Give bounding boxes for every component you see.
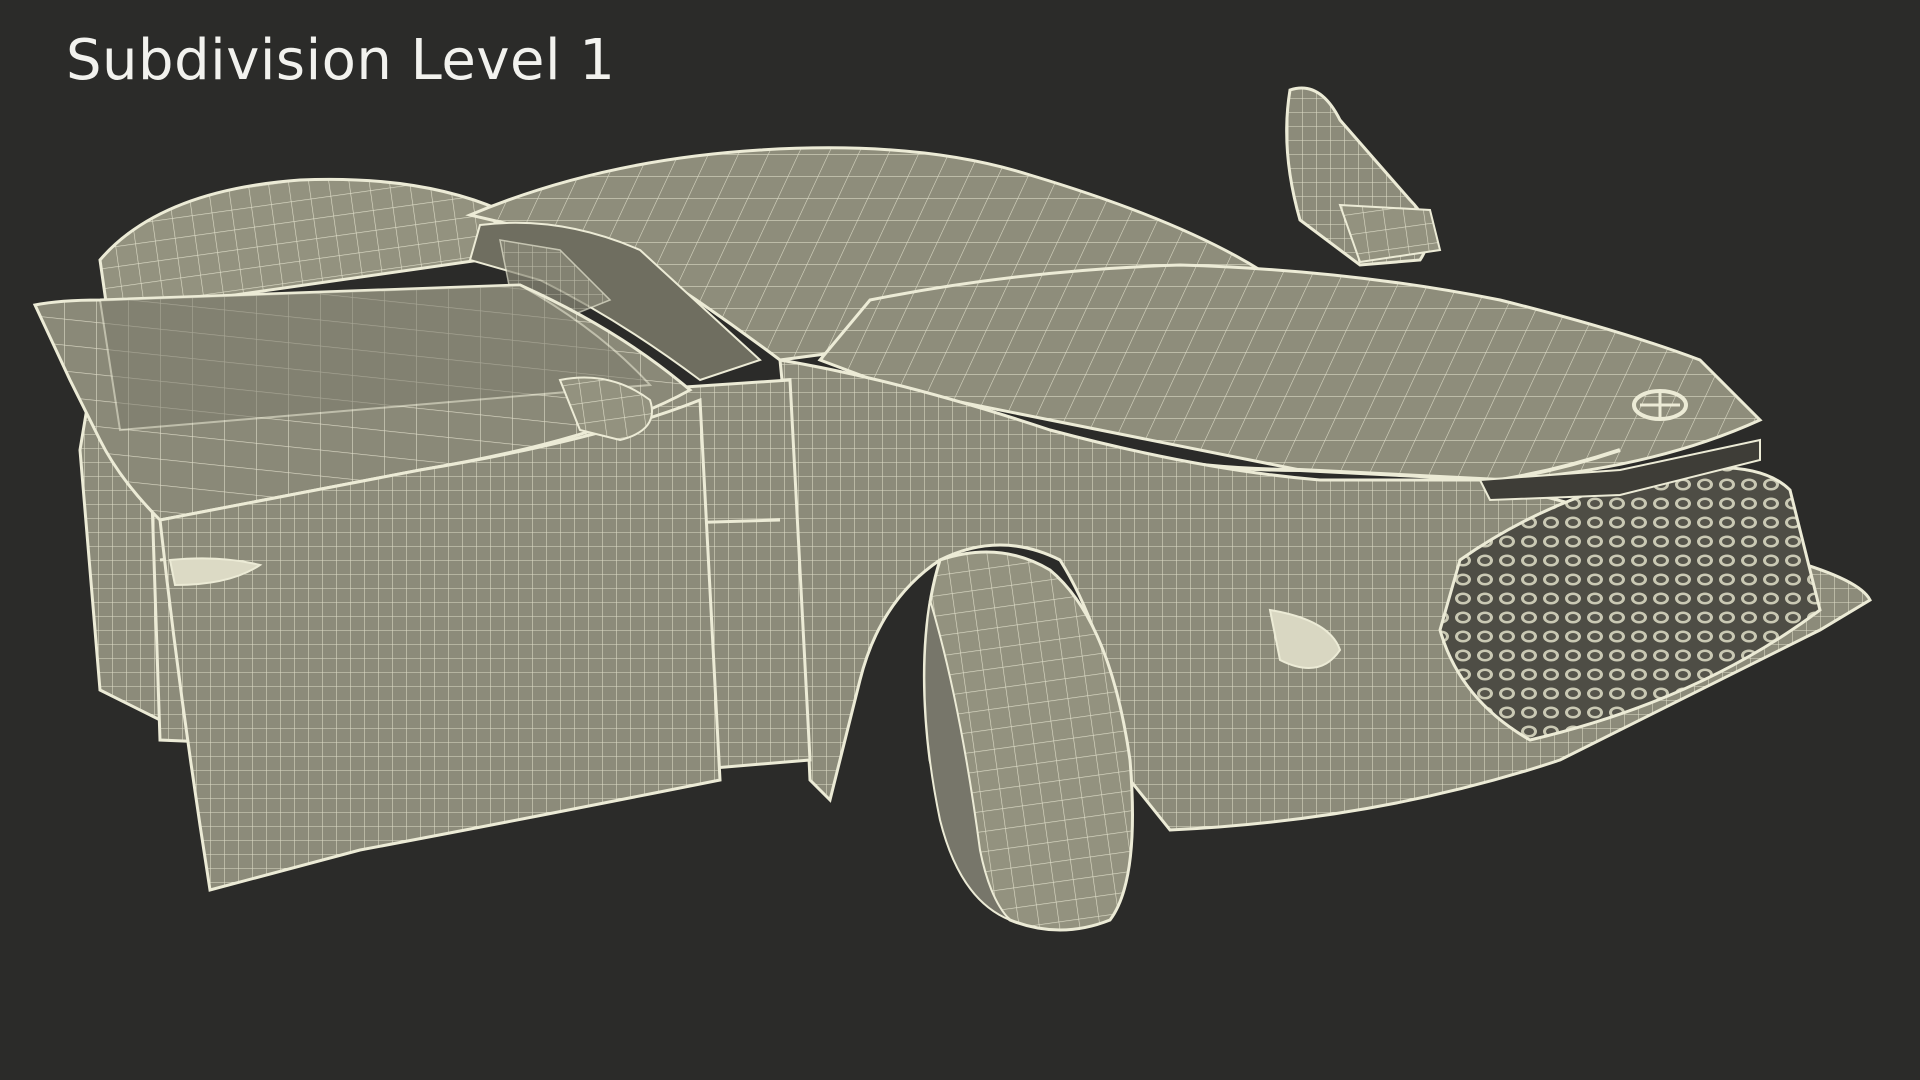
side-mirror (1285, 86, 1442, 267)
subdivision-level-title: Subdivision Level 1 (66, 28, 616, 93)
viewport: Subdivision Level 1 (0, 0, 1920, 1080)
car-wireframe-render (32, 86, 1872, 932)
